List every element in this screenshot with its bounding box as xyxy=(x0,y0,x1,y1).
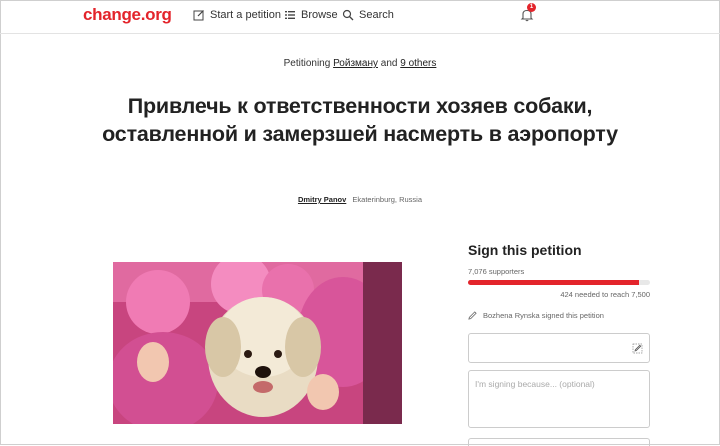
sign-petition-heading: Sign this petition xyxy=(468,242,582,258)
author-location: Ekaterinburg, Russia xyxy=(352,195,423,204)
search-link[interactable]: Search xyxy=(342,9,394,21)
search-label: Search xyxy=(359,9,394,21)
pencil-icon xyxy=(468,311,477,320)
and-word: and xyxy=(380,58,398,69)
progress-fill xyxy=(468,280,640,285)
search-icon xyxy=(342,9,354,21)
recent-signer: Bozhena Rynska signed this petition xyxy=(468,311,604,320)
browse-label: Browse xyxy=(301,9,338,21)
petitioning-prefix: Petitioning xyxy=(283,58,331,69)
supporter-count: 7,076 supporters xyxy=(468,267,525,276)
edit-square-icon xyxy=(193,10,204,21)
edit-icon[interactable] xyxy=(632,343,643,354)
petition-photo xyxy=(113,262,402,424)
recent-signer-text: Bozhena Rynska signed this petition xyxy=(483,311,604,320)
signature-input[interactable] xyxy=(468,333,650,363)
list-icon xyxy=(285,11,295,19)
start-petition-label: Start a petition xyxy=(210,9,281,21)
petition-author: Dmitry Panov Ekaterinburg, Russia xyxy=(0,195,720,204)
signatures-needed: 424 needed to reach 7,500 xyxy=(560,290,650,299)
target-link[interactable]: Ройзману xyxy=(333,58,378,69)
signature-progress-bar xyxy=(468,280,650,285)
petition-title: Привлечь к ответственности хозяев собаки… xyxy=(102,94,618,146)
top-nav: change.org Start a petition Browse Searc… xyxy=(0,0,720,34)
author-name-link[interactable]: Dmitry Panov xyxy=(298,195,346,204)
browse-link[interactable]: Browse xyxy=(284,9,338,21)
start-petition-link[interactable]: Start a petition xyxy=(193,9,281,21)
notification-badge: 1 xyxy=(527,3,536,12)
dog-photo-illustration xyxy=(113,262,402,424)
change-org-logo[interactable]: change.org xyxy=(83,5,172,25)
others-link[interactable]: 9 others xyxy=(400,58,436,69)
petition-targets: Petitioning Ройзману and 9 others xyxy=(0,58,720,69)
reason-textarea[interactable] xyxy=(468,370,650,428)
